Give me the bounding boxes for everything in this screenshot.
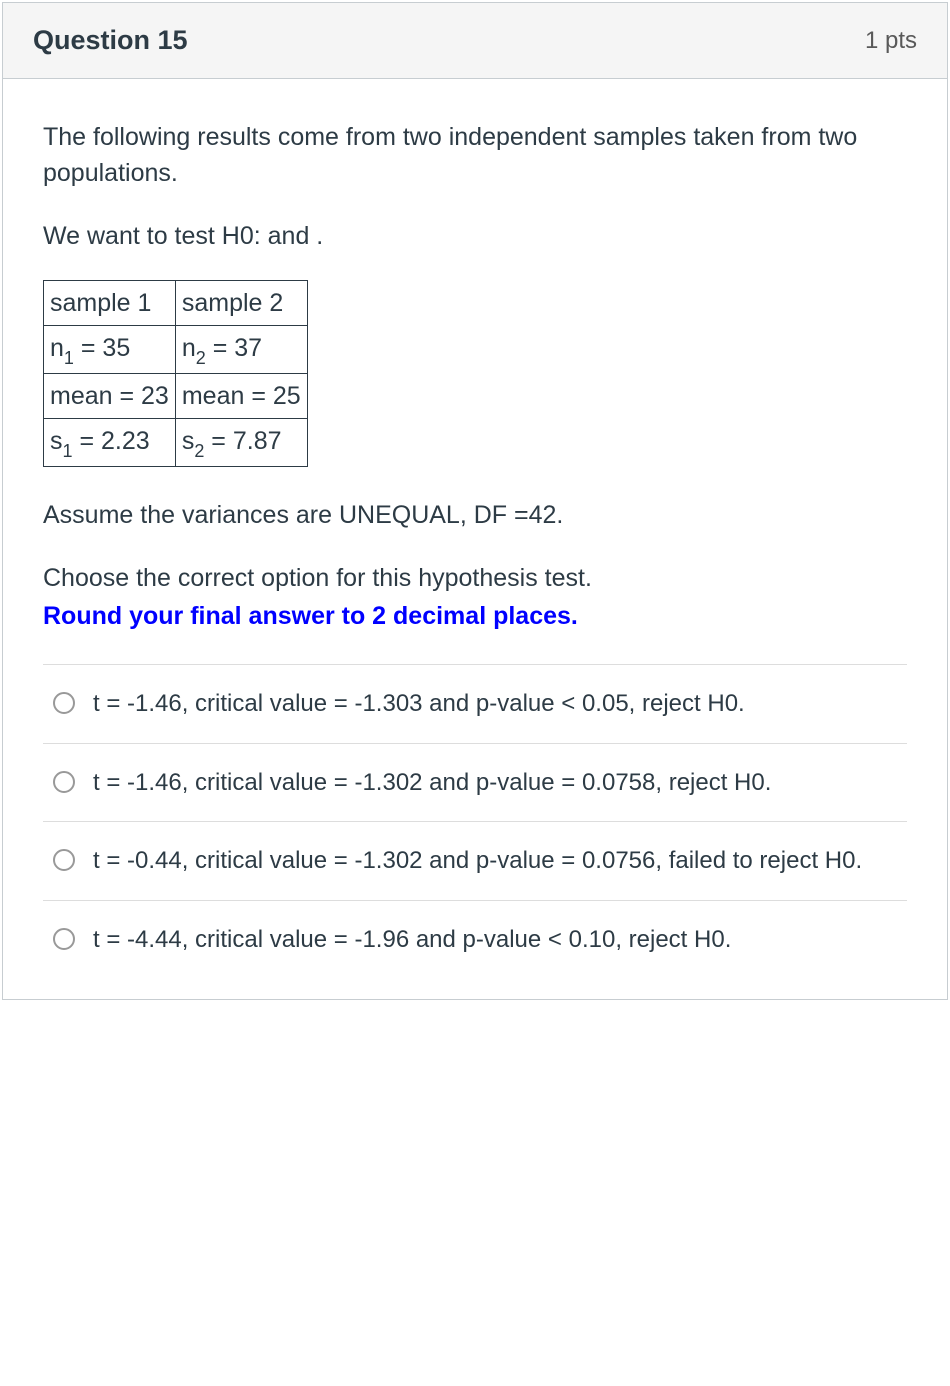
cell-mean1: mean = 23: [44, 374, 176, 419]
s-label: s: [50, 427, 63, 455]
question-card: Question 15 1 pts The following results …: [2, 2, 948, 1000]
n-sub: 1: [64, 348, 74, 368]
answers-list: t = -1.46, critical value = -1.303 and p…: [43, 664, 907, 978]
s-sub: 2: [194, 441, 204, 461]
question-header: Question 15 1 pts: [3, 3, 947, 79]
table-row: sample 1 sample 2: [44, 280, 308, 325]
cell-mean2: mean = 25: [175, 374, 307, 419]
answer-option-1[interactable]: t = -1.46, critical value = -1.303 and p…: [43, 665, 907, 744]
radio-icon[interactable]: [53, 849, 75, 871]
n-value: = 37: [206, 334, 262, 362]
answer-text: t = -0.44, critical value = -1.302 and p…: [93, 844, 903, 878]
rounding-instruction: Round your final answer to 2 decimal pla…: [43, 598, 907, 634]
n-value: = 35: [74, 334, 130, 362]
cell-s1: s1 = 2.23: [44, 419, 176, 467]
s-label: s: [182, 427, 195, 455]
data-table: sample 1 sample 2 n1 = 35 n2 = 37 mean =…: [43, 280, 308, 468]
question-body: The following results come from two inde…: [3, 79, 947, 999]
radio-icon[interactable]: [53, 771, 75, 793]
table-row: s1 = 2.23 s2 = 7.87: [44, 419, 308, 467]
answer-text: t = -4.44, critical value = -1.96 and p-…: [93, 923, 903, 957]
question-title: Question 15: [33, 25, 188, 56]
answer-option-3[interactable]: t = -0.44, critical value = -1.302 and p…: [43, 822, 907, 901]
table-row: n1 = 35 n2 = 37: [44, 326, 308, 374]
radio-icon[interactable]: [53, 928, 75, 950]
instruction-paragraph: Choose the correct option for this hypot…: [43, 560, 907, 596]
cell-n1: n1 = 35: [44, 326, 176, 374]
answer-text: t = -1.46, critical value = -1.302 and p…: [93, 766, 903, 800]
answer-option-4[interactable]: t = -4.44, critical value = -1.96 and p-…: [43, 901, 907, 979]
cell-n2: n2 = 37: [175, 326, 307, 374]
n-label: n: [50, 334, 64, 362]
cell-sample2-header: sample 2: [175, 280, 307, 325]
answer-text: t = -1.46, critical value = -1.303 and p…: [93, 687, 903, 721]
question-points: 1 pts: [865, 27, 917, 55]
s-value: = 7.87: [204, 427, 281, 455]
s-value: = 2.23: [73, 427, 150, 455]
radio-icon[interactable]: [53, 692, 75, 714]
assumption-paragraph: Assume the variances are UNEQUAL, DF =42…: [43, 497, 907, 533]
s-sub: 1: [63, 441, 73, 461]
n-sub: 2: [196, 348, 206, 368]
cell-sample1-header: sample 1: [44, 280, 176, 325]
answer-option-2[interactable]: t = -1.46, critical value = -1.302 and p…: [43, 744, 907, 823]
intro-paragraph-1: The following results come from two inde…: [43, 119, 907, 192]
intro-paragraph-2: We want to test H0: and .: [43, 218, 907, 254]
n-label: n: [182, 334, 196, 362]
cell-s2: s2 = 7.87: [175, 419, 307, 467]
table-row: mean = 23 mean = 25: [44, 374, 308, 419]
